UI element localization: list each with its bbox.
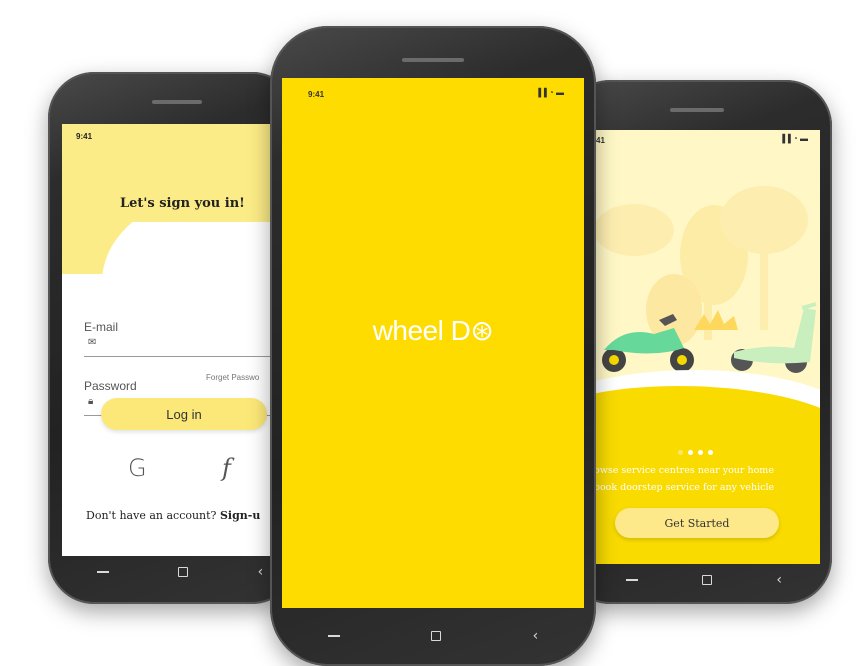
signup-prompt: Don't have an account? Sign-u (86, 509, 261, 522)
speaker-grille (402, 58, 464, 62)
back-icon[interactable]: ‹ (533, 628, 539, 644)
signup-link[interactable]: Sign-u (220, 509, 260, 522)
phone-left: 9:41 Let's sign you in! E-mail ✉ Passwor… (48, 72, 298, 604)
app-logo: wheel D⊛ (372, 315, 494, 346)
email-field[interactable] (84, 356, 298, 357)
page-dot[interactable] (688, 450, 693, 455)
status-icons: ▐▐ ◔ ▬ (535, 88, 564, 97)
page-indicator (678, 450, 713, 455)
google-icon[interactable]: G (128, 454, 147, 482)
back-icon[interactable]: ‹ (776, 572, 782, 588)
password-label: Password (84, 379, 137, 393)
system-nav-bar: ‹ (594, 566, 814, 594)
back-icon[interactable]: ‹ (258, 564, 264, 580)
page-dot[interactable] (698, 450, 703, 455)
recent-apps-icon[interactable] (327, 635, 340, 637)
home-icon[interactable] (178, 567, 189, 577)
system-nav-bar: ‹ (282, 616, 584, 656)
login-screen: 9:41 Let's sign you in! E-mail ✉ Passwor… (62, 124, 298, 556)
status-icons: ▐▐ ◔ ▬ (779, 134, 808, 143)
page-dot[interactable] (678, 450, 683, 455)
onboarding-description: owse service centres near your home book… (593, 465, 775, 493)
page-title: Let's sign you in! (120, 196, 245, 211)
get-started-label: Get Started (664, 516, 730, 530)
login-button[interactable]: Log in (101, 398, 267, 430)
splash-screen: 9:41 ▐▐ ◔ ▬ wheel D⊛ (282, 78, 584, 608)
recent-apps-icon[interactable] (96, 571, 109, 573)
page-dot[interactable] (708, 450, 713, 455)
system-nav-bar: ‹ (62, 558, 298, 586)
mail-icon: ✉ (88, 337, 97, 348)
home-icon[interactable] (702, 575, 713, 585)
speaker-grille (152, 100, 202, 104)
status-time: 9:41 (308, 90, 325, 99)
status-time: 41 (596, 136, 605, 145)
speaker-grille (670, 108, 724, 112)
lock-icon: 🔒︎ (88, 396, 94, 407)
vehicles-illustration (594, 186, 817, 373)
facebook-icon[interactable]: f (222, 454, 231, 482)
recent-apps-icon[interactable] (626, 579, 639, 581)
get-started-button[interactable]: Get Started (615, 508, 779, 538)
home-icon[interactable] (431, 631, 442, 641)
email-label: E-mail (84, 320, 119, 334)
status-time: 9:41 (76, 132, 93, 141)
phone-right: 41 ▐▐ ◔ ▬ owse service centres near your… (564, 80, 832, 604)
onboarding-screen: 41 ▐▐ ◔ ▬ owse service centres near your… (564, 130, 820, 564)
login-button-label: Log in (166, 406, 202, 422)
forgot-password-link[interactable]: Forget Passwo (206, 373, 259, 382)
phone-center: 9:41 ▐▐ ◔ ▬ wheel D⊛ ‹ (270, 26, 596, 666)
